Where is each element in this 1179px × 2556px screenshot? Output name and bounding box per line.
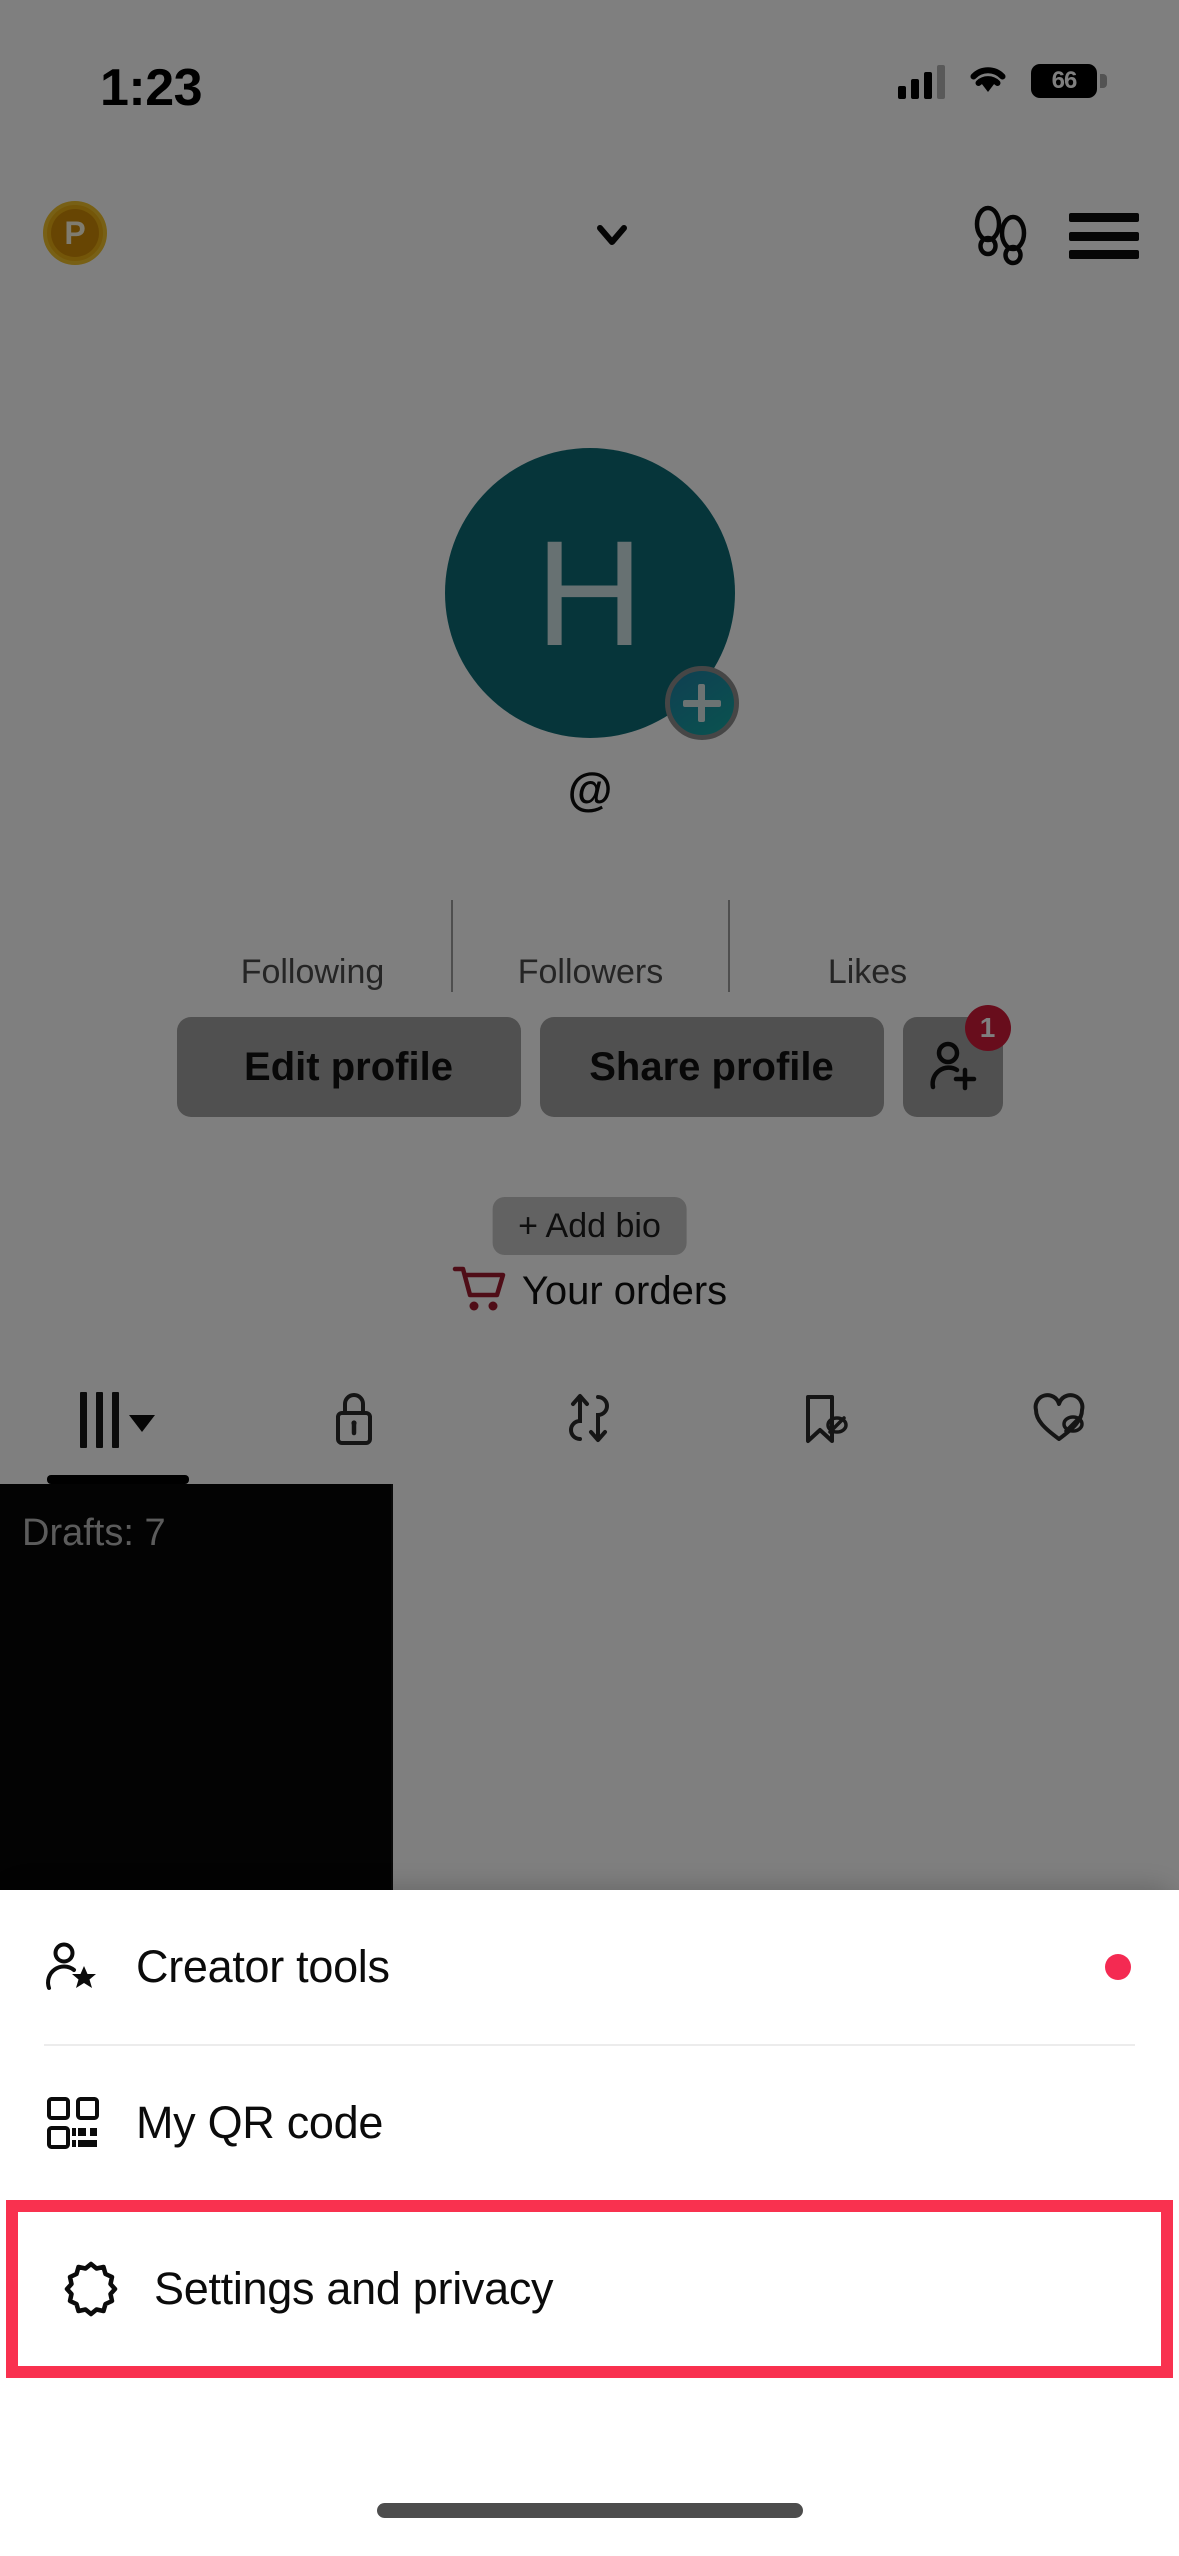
settings-highlight-box: Settings and privacy — [6, 2200, 1173, 2378]
edit-profile-button[interactable]: Edit profile — [176, 1017, 521, 1117]
tab-saved[interactable] — [707, 1370, 943, 1470]
grid-tile — [786, 1484, 1179, 1894]
lock-icon — [326, 1387, 382, 1454]
content-grid: Drafts: 7 — [0, 1484, 1179, 1894]
share-profile-button[interactable]: Share profile — [539, 1017, 884, 1117]
coin-badge-letter: P — [51, 209, 99, 257]
repost-icon — [561, 1387, 617, 1454]
add-bio-button[interactable]: + Add bio — [492, 1197, 687, 1255]
top-nav-bar: P — [0, 185, 1179, 290]
active-tab-underline — [46, 1475, 189, 1484]
status-bar-clock: 1:23 — [100, 59, 203, 117]
chevron-down-icon — [129, 1414, 156, 1432]
bookmark-hidden-icon — [794, 1387, 856, 1454]
qr-code-icon — [44, 2094, 102, 2152]
profile-tab-bar — [0, 1370, 1179, 1484]
battery-level: 66 — [1051, 66, 1078, 94]
your-orders-label: Your orders — [521, 1268, 728, 1313]
tab-private[interactable] — [236, 1370, 472, 1470]
friend-request-badge: 1 — [964, 1005, 1011, 1051]
status-bar-indicators: 66 — [898, 62, 1107, 99]
stat-followers[interactable]: Followers — [451, 900, 728, 992]
gear-icon — [62, 2260, 120, 2318]
profile-stats: Following Followers Likes — [0, 900, 1179, 992]
sheet-item-label: Creator tools — [136, 1941, 390, 1992]
phone-screen: 1:23 66 P H @ Following Followers Likes … — [0, 0, 1179, 2556]
stat-label: Following — [240, 953, 385, 991]
sheet-item-label: Settings and privacy — [154, 2263, 554, 2314]
cellular-signal-icon — [898, 63, 945, 99]
battery-icon: 66 — [1031, 63, 1107, 98]
sheet-item-label: My QR code — [136, 2097, 384, 2148]
sheet-item-settings-and-privacy[interactable]: Settings and privacy — [18, 2212, 1161, 2366]
status-bar: 1:23 66 — [0, 0, 1179, 150]
stat-label: Likes — [827, 953, 908, 991]
profile-action-buttons: Edit profile Share profile 1 — [0, 1005, 1179, 1117]
stat-label: Followers — [517, 953, 664, 991]
grid-tile — [393, 1484, 786, 1894]
heart-hidden-icon — [1028, 1387, 1094, 1454]
shopping-cart-icon — [452, 1264, 506, 1319]
add-friends-button[interactable]: 1 — [902, 1005, 1011, 1117]
sheet-item-creator-tools[interactable]: Creator tools — [0, 1890, 1179, 2044]
tab-liked[interactable] — [943, 1370, 1179, 1470]
stat-likes[interactable]: Likes — [728, 900, 1005, 992]
drafts-tile[interactable]: Drafts: 7 — [0, 1484, 393, 1894]
avatar[interactable]: H — [444, 448, 739, 740]
drafts-label: Drafts: 7 — [22, 1512, 166, 1554]
footprints-icon[interactable] — [970, 203, 1032, 269]
grid-icon — [80, 1392, 120, 1448]
profile-handle[interactable]: @ — [0, 762, 1179, 816]
tab-reposts[interactable] — [472, 1370, 708, 1470]
person-star-icon — [44, 1938, 102, 1996]
your-orders-link[interactable]: Your orders — [0, 1258, 1179, 1324]
tab-videos[interactable] — [0, 1370, 236, 1484]
notification-dot — [1105, 1954, 1131, 1980]
hamburger-menu-icon[interactable] — [1069, 213, 1139, 259]
plus-icon[interactable] — [664, 666, 739, 740]
chevron-down-icon[interactable] — [590, 213, 634, 257]
rewards-coin-badge[interactable]: P — [43, 201, 107, 265]
sheet-item-my-qr-code[interactable]: My QR code — [0, 2046, 1179, 2200]
home-indicator[interactable] — [376, 2503, 803, 2518]
profile-options-sheet: Creator tools My QR code Settings and pr… — [0, 1890, 1179, 2556]
wifi-icon — [967, 62, 1009, 99]
stat-following[interactable]: Following — [174, 900, 451, 992]
